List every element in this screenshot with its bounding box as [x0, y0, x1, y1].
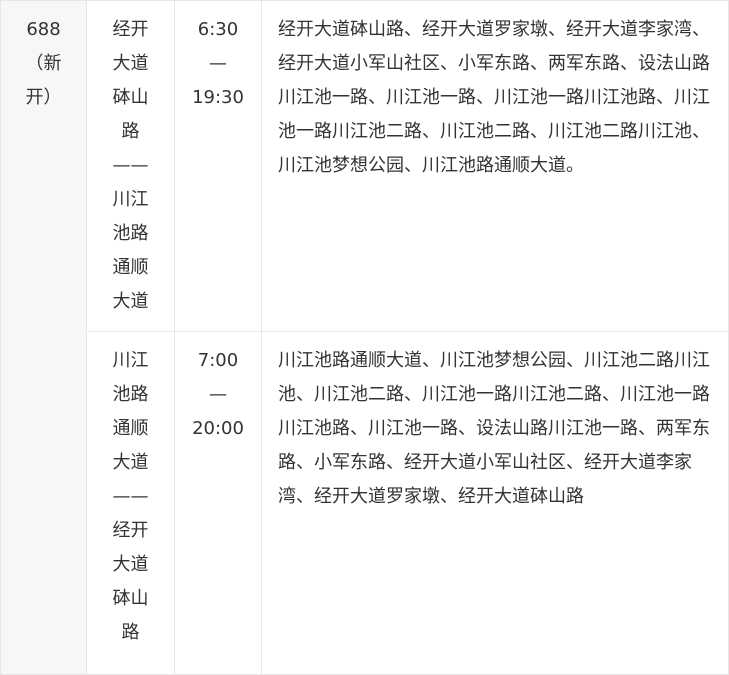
- end-time: 19:30: [192, 87, 244, 108]
- route-number-cell: 688 （新 开）: [0, 0, 87, 675]
- direction-cell: 川江 池路 通顺 大道 —— 经开 大道 砵山 路: [86, 331, 175, 675]
- time-separator: —: [209, 53, 227, 74]
- direction-line: 大道: [112, 291, 149, 312]
- route-number-line: （新: [25, 53, 62, 74]
- bus-route-table: 688 （新 开） 经开 大道 砵山 路 —— 川江 池路 通顺 大道 6:30…: [0, 0, 729, 675]
- direction-line: 大道: [112, 53, 149, 74]
- route-number-line: 开）: [25, 87, 62, 108]
- direction-line: 池路: [112, 223, 149, 244]
- direction-line: 砵山: [112, 87, 149, 108]
- route-number-line: 688: [26, 19, 61, 40]
- direction-line: ——: [112, 486, 149, 507]
- end-time: 20:00: [192, 418, 244, 439]
- direction-line: 经开: [112, 520, 149, 541]
- direction-line: 通顺: [112, 257, 149, 278]
- direction-line: 大道: [112, 452, 149, 473]
- direction-line: 池路: [112, 384, 149, 405]
- operating-hours: 6:30 — 19:30: [175, 13, 261, 115]
- stops-cell: 经开大道砵山路、经开大道罗家墩、经开大道李家湾、经开大道小军山社区、小军东路、两…: [261, 0, 729, 332]
- direction-line: 路: [121, 622, 140, 643]
- direction-line: 大道: [112, 554, 149, 575]
- direction-text: 川江 池路 通顺 大道 —— 经开 大道 砵山 路: [87, 344, 174, 650]
- direction-line: 路: [121, 121, 140, 142]
- stops-cell: 川江池路通顺大道、川江池梦想公园、川江池二路川江池、川江池二路、川江池一路川江池…: [261, 331, 729, 675]
- direction-line: 经开: [112, 19, 149, 40]
- stops-list: 川江池路通顺大道、川江池梦想公园、川江池二路川江池、川江池二路、川江池一路川江池…: [278, 350, 710, 507]
- direction-cell: 经开 大道 砵山 路 —— 川江 池路 通顺 大道: [86, 0, 175, 332]
- table-row: 688 （新 开） 经开 大道 砵山 路 —— 川江 池路 通顺 大道 6:30…: [0, 0, 729, 675]
- table-row: 川江 池路 通顺 大道 —— 经开 大道 砵山 路 7:00 — 20:00 川…: [1, 331, 729, 675]
- operating-hours: 7:00 — 20:00: [175, 344, 261, 446]
- direction-line: 通顺: [112, 418, 149, 439]
- start-time: 7:00: [197, 350, 239, 371]
- start-time: 6:30: [197, 19, 239, 40]
- direction-line: 砵山: [112, 588, 149, 609]
- route-number: 688 （新 开）: [1, 13, 86, 115]
- time-separator: —: [209, 384, 227, 405]
- direction-text: 经开 大道 砵山 路 —— 川江 池路 通顺 大道: [87, 13, 174, 319]
- operating-hours-cell: 6:30 — 19:30: [174, 0, 262, 332]
- direction-line: 川江: [112, 189, 149, 210]
- direction-line: 川江: [112, 350, 149, 371]
- direction-line: ——: [112, 155, 149, 176]
- operating-hours-cell: 7:00 — 20:00: [174, 331, 262, 675]
- route-table-page: 688 （新 开） 经开 大道 砵山 路 —— 川江 池路 通顺 大道 6:30…: [0, 0, 729, 675]
- stops-list: 经开大道砵山路、经开大道罗家墩、经开大道李家湾、经开大道小军山社区、小军东路、两…: [278, 19, 710, 176]
